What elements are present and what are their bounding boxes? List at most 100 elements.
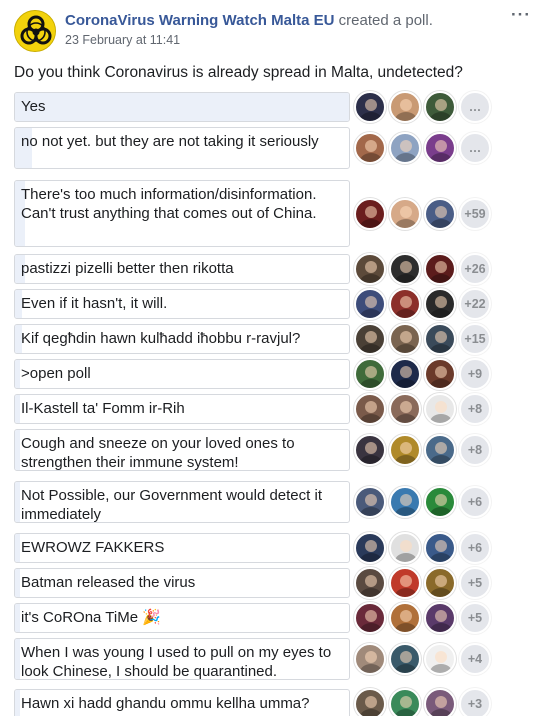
voter-avatars: +6 <box>354 486 491 518</box>
more-voters-count[interactable]: +22 <box>459 288 491 320</box>
poll-option-button[interactable]: Il-Kastell ta' Fomm ir-Rih <box>14 394 350 424</box>
voter-avatar[interactable] <box>424 393 456 425</box>
poll-option-button[interactable]: Kif qegħdin hawn kulħadd iħobbu r-ravjul… <box>14 324 350 354</box>
poll-option-button[interactable]: Hawn xi hadd ghandu ommu kellha umma? <box>14 689 350 716</box>
poll-option-label: pastizzi pizelli better then rikotta <box>21 260 234 277</box>
poll-option-button[interactable]: Even if it hasn't, it will. <box>14 289 350 319</box>
poll-option-button[interactable]: no not yet. but they are not taking it s… <box>14 127 350 169</box>
voter-avatar[interactable] <box>424 288 456 320</box>
voter-avatar[interactable] <box>389 486 421 518</box>
voter-avatar[interactable] <box>389 532 421 564</box>
voter-avatar[interactable] <box>424 358 456 390</box>
poll-option: Kif qegħdin hawn kulħadd iħobbu r-ravjul… <box>14 323 534 355</box>
voter-avatar[interactable] <box>389 132 421 164</box>
poll-option: EWROWZ FAKKERS +6 <box>14 532 534 564</box>
voter-avatar[interactable] <box>354 358 386 390</box>
more-voters-count[interactable]: +8 <box>459 434 491 466</box>
voter-avatar[interactable] <box>354 602 386 634</box>
voter-avatar[interactable] <box>354 393 386 425</box>
poll-option-button[interactable]: There's too much information/disinformat… <box>14 180 350 247</box>
voter-avatar[interactable] <box>389 358 421 390</box>
voter-avatar[interactable] <box>424 253 456 285</box>
more-voters-count[interactable]: +9 <box>459 358 491 390</box>
voter-avatar[interactable] <box>389 323 421 355</box>
voter-avatar[interactable] <box>389 567 421 599</box>
voter-avatar[interactable] <box>389 434 421 466</box>
voter-avatar[interactable] <box>389 197 421 230</box>
poll-option: Cough and sneeze on your loved ones to s… <box>14 429 534 471</box>
voter-avatar[interactable] <box>354 323 386 355</box>
voter-avatar[interactable] <box>354 486 386 518</box>
poll-option-button[interactable]: >open poll <box>14 359 350 389</box>
voter-avatar[interactable] <box>354 253 386 285</box>
voter-avatars: +8 <box>354 393 491 425</box>
voter-avatars: +26 <box>354 253 491 285</box>
more-voters-count[interactable]: +15 <box>459 323 491 355</box>
poll-option-button[interactable]: EWROWZ FAKKERS <box>14 533 350 563</box>
more-voters-count[interactable]: +26 <box>459 253 491 285</box>
voter-avatar[interactable] <box>354 197 386 230</box>
post-header: CoronaVirus Warning Watch Malta EU creat… <box>14 6 535 54</box>
voter-avatar[interactable] <box>424 486 456 518</box>
voter-avatar[interactable] <box>389 393 421 425</box>
more-options-icon[interactable]: ··· <box>507 6 535 28</box>
more-voters-count[interactable]: +8 <box>459 393 491 425</box>
poll-option-label: Batman released the virus <box>21 574 196 591</box>
more-voters-count[interactable]: +6 <box>459 532 491 564</box>
poll-option-button[interactable]: Cough and sneeze on your loved ones to s… <box>14 429 350 471</box>
poll-question: Do you think Coronavirus is already spre… <box>14 64 463 81</box>
page-avatar[interactable] <box>14 10 56 52</box>
voter-avatar[interactable] <box>389 643 421 675</box>
voter-avatar[interactable] <box>389 91 421 123</box>
poll-option-label: >open poll <box>21 365 91 382</box>
page-name-link[interactable]: CoronaVirus Warning Watch Malta EU <box>65 12 334 29</box>
more-voters-count[interactable]: +5 <box>459 602 491 634</box>
poll-option-label: EWROWZ FAKKERS <box>21 539 165 556</box>
more-voters-count[interactable]: +59 <box>459 197 491 230</box>
voter-avatar[interactable] <box>424 323 456 355</box>
post-action-text: created a poll. <box>338 12 433 29</box>
poll-option: it's CoROna TiMe 🎉 +5 <box>14 602 534 634</box>
voter-avatar[interactable] <box>354 688 386 716</box>
poll-option-button[interactable]: Not Possible, our Government would detec… <box>14 481 350 523</box>
poll-option-label: Yes <box>21 98 46 115</box>
voter-avatar[interactable] <box>389 602 421 634</box>
more-voters-count[interactable]: +4 <box>459 643 491 675</box>
poll-option-label: Even if it hasn't, it will. <box>21 295 168 312</box>
voter-avatar[interactable] <box>389 688 421 716</box>
poll-option-button[interactable]: Batman released the virus <box>14 568 350 598</box>
more-voters-count[interactable]: +6 <box>459 486 491 518</box>
voter-avatar[interactable] <box>354 532 386 564</box>
more-voters-count[interactable]: … <box>459 132 491 164</box>
voter-avatar[interactable] <box>424 602 456 634</box>
voter-avatar[interactable] <box>424 91 456 123</box>
voter-avatar[interactable] <box>424 197 456 230</box>
poll-option-button[interactable]: When I was young I used to pull on my ey… <box>14 638 350 680</box>
poll-option-button[interactable]: pastizzi pizelli better then rikotta <box>14 254 350 284</box>
voter-avatar[interactable] <box>354 91 386 123</box>
voter-avatar[interactable] <box>354 567 386 599</box>
poll-option-button[interactable]: it's CoROna TiMe 🎉 <box>14 603 350 633</box>
voter-avatar[interactable] <box>424 132 456 164</box>
more-voters-count[interactable]: +3 <box>459 688 491 716</box>
more-voters-count[interactable]: … <box>459 91 491 123</box>
post-timestamp[interactable]: 23 February at 11:41 <box>65 31 433 49</box>
more-voters-count[interactable]: +5 <box>459 567 491 599</box>
voter-avatar[interactable] <box>389 253 421 285</box>
voter-avatar[interactable] <box>354 643 386 675</box>
voter-avatar[interactable] <box>424 532 456 564</box>
poll-option-label: no not yet. but they are not taking it s… <box>21 133 319 150</box>
voter-avatars: +9 <box>354 358 491 390</box>
voter-avatar[interactable] <box>354 132 386 164</box>
voter-avatar[interactable] <box>424 643 456 675</box>
voter-avatar[interactable] <box>354 288 386 320</box>
voter-avatar[interactable] <box>354 434 386 466</box>
voter-avatar[interactable] <box>424 567 456 599</box>
poll-option-button[interactable]: Yes <box>14 92 350 122</box>
poll-option: >open poll +9 <box>14 358 534 390</box>
voter-avatar[interactable] <box>389 288 421 320</box>
voter-avatar[interactable] <box>424 434 456 466</box>
poll-option-label: Kif qegħdin hawn kulħadd iħobbu r-ravjul… <box>21 330 301 347</box>
voter-avatar[interactable] <box>424 688 456 716</box>
poll-option-label: Not Possible, our Government would detec… <box>21 487 322 523</box>
